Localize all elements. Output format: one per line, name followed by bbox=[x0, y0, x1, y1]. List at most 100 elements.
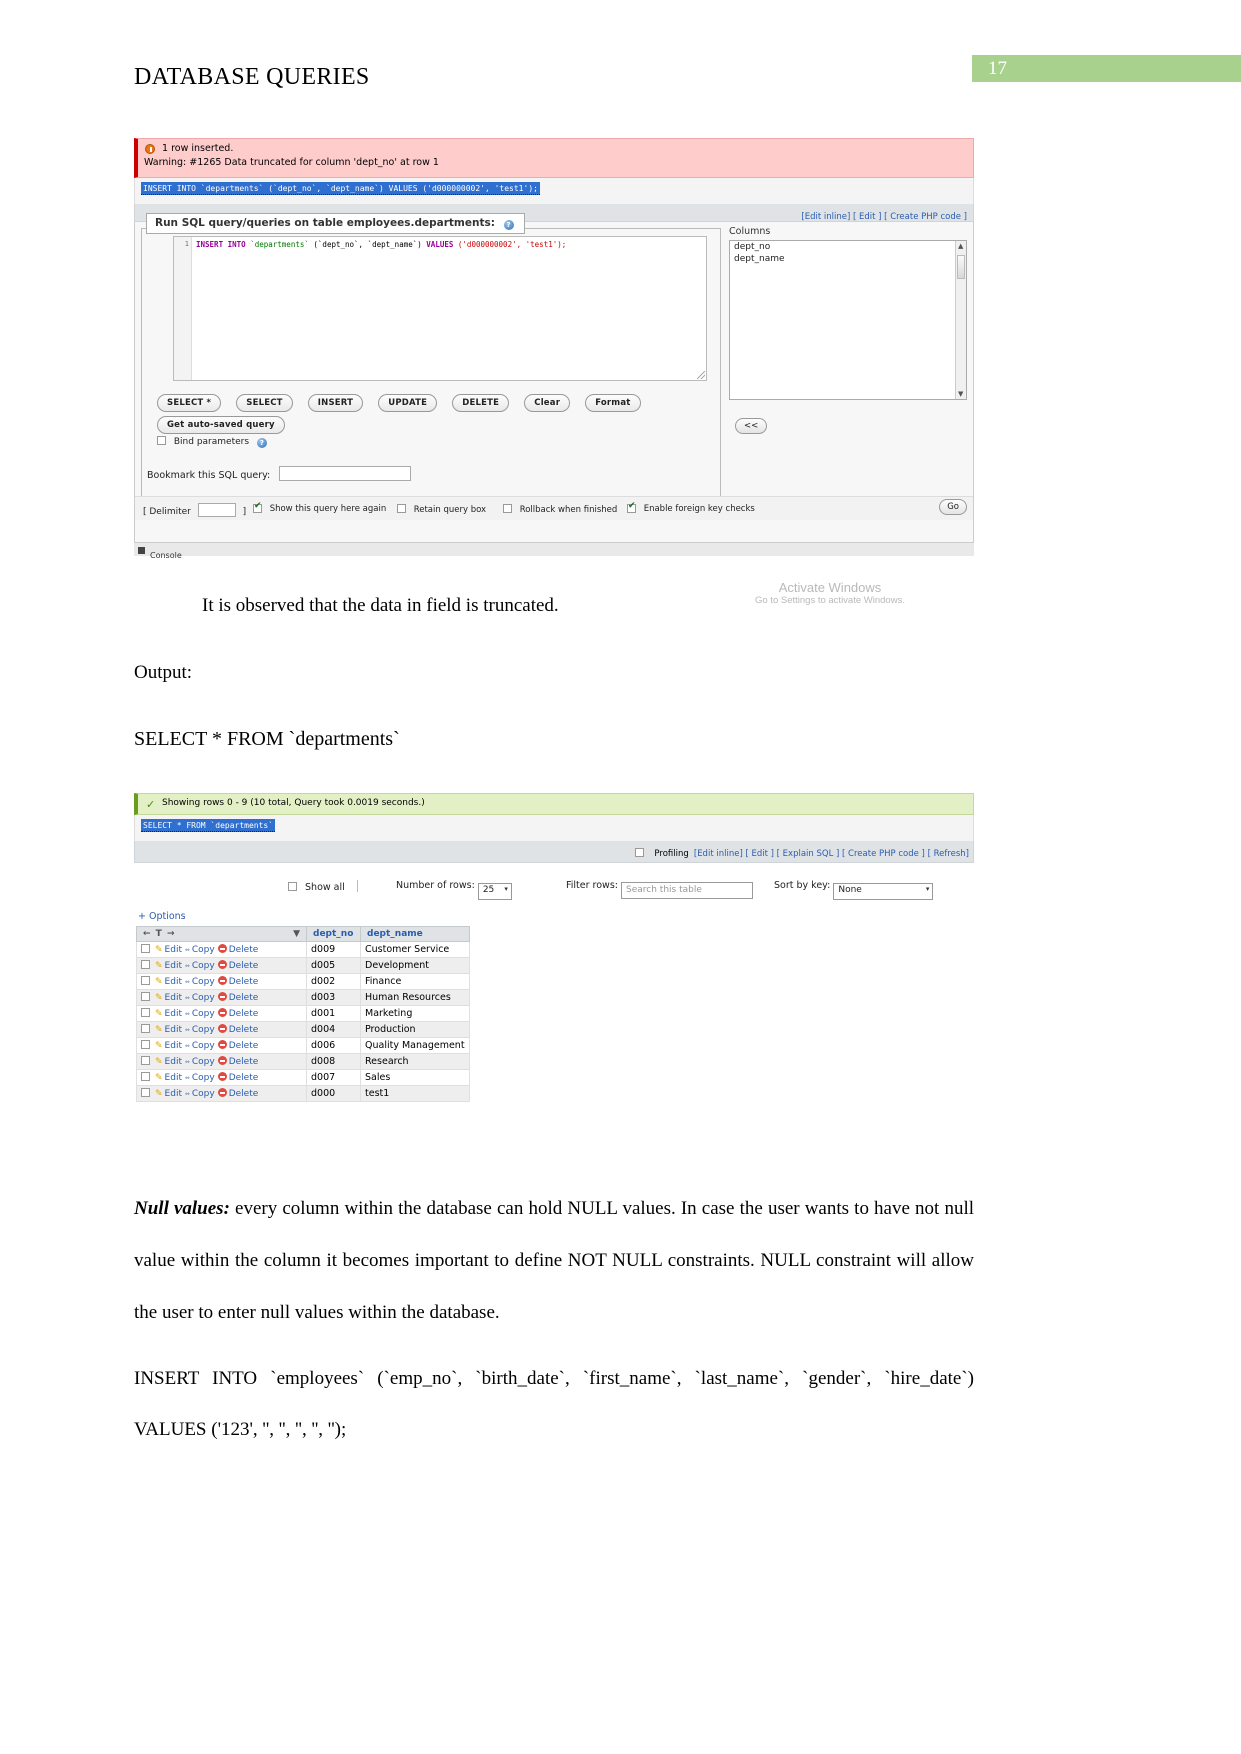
edit-link[interactable]: Edit bbox=[165, 1057, 182, 1067]
table-row[interactable]: ✎ Edit ⇿ Copy Delete d002 Finance bbox=[136, 973, 470, 990]
column-header-dept-name[interactable]: dept_name bbox=[360, 926, 470, 942]
edit-link[interactable]: Edit bbox=[165, 961, 182, 971]
help-info-icon[interactable]: ? bbox=[503, 220, 514, 230]
edit-link[interactable]: Edit bbox=[165, 977, 182, 987]
copy-link[interactable]: Copy bbox=[192, 1089, 215, 1099]
results-action-links[interactable]: [Edit inline] [ Edit ] [ Explain SQL ] [… bbox=[694, 849, 969, 859]
columns-listbox[interactable]: dept_no dept_name ▲ ▼ bbox=[729, 240, 967, 400]
go-button[interactable]: Go bbox=[939, 499, 967, 515]
bind-parameters-info-icon[interactable]: ? bbox=[256, 438, 267, 448]
table-row[interactable]: ✎ Edit ⇿ Copy Delete d003 Human Resources bbox=[136, 989, 470, 1006]
results-executed-sql[interactable]: SELECT * FROM `departments` bbox=[141, 819, 276, 832]
edit-link[interactable]: Edit bbox=[165, 1073, 182, 1083]
table-row[interactable]: ✎ Edit ⇿ Copy Delete d006 Quality Management bbox=[136, 1037, 470, 1054]
number-of-rows-select[interactable]: 25 bbox=[477, 883, 512, 900]
row-checkbox[interactable] bbox=[141, 976, 150, 985]
copy-link[interactable]: Copy bbox=[192, 1009, 215, 1019]
rollback-when-finished-checkbox[interactable] bbox=[503, 504, 512, 513]
copy-link[interactable]: Copy bbox=[192, 1057, 215, 1067]
delete-link[interactable]: Delete bbox=[229, 1041, 259, 1051]
row-checkbox[interactable] bbox=[141, 1024, 150, 1033]
copy-link[interactable]: Copy bbox=[192, 945, 215, 955]
delete-link[interactable]: Delete bbox=[229, 1073, 259, 1083]
delete-link[interactable]: Delete bbox=[229, 1089, 259, 1099]
copy-link[interactable]: Copy bbox=[192, 1041, 215, 1051]
insert-button[interactable]: INSERT bbox=[307, 394, 364, 412]
console-bar[interactable]: Console bbox=[134, 542, 974, 560]
sql-editor[interactable]: 1 INSERT INTO `departments` (`dept_no`, … bbox=[173, 236, 707, 381]
edit-link[interactable]: Edit bbox=[165, 993, 182, 1003]
show-all-checkbox[interactable] bbox=[288, 882, 297, 891]
row-checkbox[interactable] bbox=[141, 960, 150, 969]
delete-link[interactable]: Delete bbox=[229, 1009, 259, 1019]
row-checkbox[interactable] bbox=[141, 992, 150, 1001]
row-checkbox[interactable] bbox=[141, 1040, 150, 1049]
select-star-button[interactable]: SELECT * bbox=[157, 394, 222, 412]
scroll-up-icon[interactable]: ▲ bbox=[958, 242, 963, 250]
delete-link[interactable]: Delete bbox=[229, 977, 259, 987]
row-checkbox[interactable] bbox=[141, 1008, 150, 1017]
copy-link[interactable]: Copy bbox=[192, 961, 215, 971]
select-button[interactable]: SELECT bbox=[236, 394, 293, 412]
option-rollback-when-finished[interactable]: Rollback when finished bbox=[503, 504, 617, 515]
option-show-query-again[interactable]: Show this query here again bbox=[253, 504, 386, 514]
table-row[interactable]: ✎ Edit ⇿ Copy Delete d004 Production bbox=[136, 1021, 470, 1038]
copy-link[interactable]: Copy bbox=[192, 977, 215, 987]
delete-button[interactable]: DELETE bbox=[452, 394, 510, 412]
sort-by-key-select[interactable]: None bbox=[833, 883, 934, 900]
sql-action-links[interactable]: [Edit inline] [ Edit ] [ Create PHP code… bbox=[801, 212, 967, 222]
option-enable-foreign-key-checks[interactable]: Enable foreign key checks bbox=[627, 504, 755, 514]
scroll-down-icon[interactable]: ▼ bbox=[958, 390, 963, 398]
table-row[interactable]: ✎ Edit ⇿ Copy Delete d008 Research bbox=[136, 1053, 470, 1070]
executed-sql-text[interactable]: INSERT INTO `departments` (`dept_no`, `d… bbox=[141, 182, 540, 195]
edit-link[interactable]: Edit bbox=[165, 1009, 182, 1019]
bookmark-input[interactable] bbox=[279, 466, 412, 481]
retain-query-box-checkbox[interactable] bbox=[397, 504, 406, 513]
number-of-rows-group[interactable]: Number of rows: 25 bbox=[396, 880, 512, 900]
table-row[interactable]: ✎ Edit ⇿ Copy Delete d007 Sales bbox=[136, 1069, 470, 1086]
column-option-dept-no[interactable]: dept_no bbox=[730, 241, 966, 253]
clear-button[interactable]: Clear bbox=[524, 394, 571, 412]
options-toggle-link[interactable]: + Options bbox=[138, 911, 186, 922]
column-header-dept-no[interactable]: dept_no bbox=[306, 926, 361, 942]
edit-link[interactable]: Edit bbox=[165, 945, 182, 955]
copy-link[interactable]: Copy bbox=[192, 1025, 215, 1035]
edit-link[interactable]: Edit bbox=[165, 1089, 182, 1099]
scrollbar-thumb[interactable] bbox=[957, 255, 965, 279]
row-checkbox[interactable] bbox=[141, 1088, 150, 1097]
delete-link[interactable]: Delete bbox=[229, 993, 259, 1003]
edit-link[interactable]: Edit bbox=[165, 1041, 182, 1051]
copy-link[interactable]: Copy bbox=[192, 993, 215, 1003]
bind-parameters-checkbox[interactable] bbox=[157, 436, 166, 445]
column-option-dept-name[interactable]: dept_name bbox=[730, 253, 966, 265]
table-row[interactable]: ✎ Edit ⇿ Copy Delete d009 Customer Service bbox=[136, 941, 470, 958]
edit-link[interactable]: Edit bbox=[165, 1025, 182, 1035]
row-checkbox[interactable] bbox=[141, 1056, 150, 1065]
row-checkbox[interactable] bbox=[141, 944, 150, 953]
columns-scrollbar[interactable]: ▲ ▼ bbox=[955, 241, 966, 399]
sort-by-key-group[interactable]: Sort by key: None bbox=[774, 880, 934, 900]
delete-link[interactable]: Delete bbox=[229, 1025, 259, 1035]
profiling-checkbox[interactable] bbox=[635, 848, 645, 857]
sort-chevron-icon[interactable]: ▼ bbox=[293, 929, 300, 939]
update-button[interactable]: UPDATE bbox=[378, 394, 438, 412]
table-row[interactable]: ✎ Edit ⇿ Copy Delete d001 Marketing bbox=[136, 1005, 470, 1022]
show-query-again-checkbox[interactable] bbox=[253, 504, 262, 513]
enable-foreign-key-checks-checkbox[interactable] bbox=[627, 504, 636, 513]
table-row[interactable]: ✎ Edit ⇿ Copy Delete d005 Development bbox=[136, 957, 470, 974]
actions-column-header[interactable]: ← T → ▼ bbox=[136, 926, 307, 942]
editor-resize-handle[interactable] bbox=[697, 371, 705, 379]
delete-link[interactable]: Delete bbox=[229, 1057, 259, 1067]
delete-link[interactable]: Delete bbox=[229, 945, 259, 955]
delete-link[interactable]: Delete bbox=[229, 961, 259, 971]
format-button[interactable]: Format bbox=[585, 394, 641, 412]
filter-rows-input[interactable]: Search this table bbox=[621, 882, 754, 899]
filter-rows-group[interactable]: Filter rows: Search this table bbox=[566, 880, 754, 899]
row-checkbox[interactable] bbox=[141, 1072, 150, 1081]
option-retain-query-box[interactable]: Retain query box bbox=[397, 504, 486, 515]
show-all-group[interactable]: Show all bbox=[288, 880, 367, 893]
table-row[interactable]: ✎ Edit ⇿ Copy Delete d000 test1 bbox=[136, 1085, 470, 1102]
get-auto-saved-query-button[interactable]: Get auto-saved query bbox=[157, 416, 285, 434]
delimiter-input[interactable] bbox=[197, 503, 236, 517]
copy-link[interactable]: Copy bbox=[192, 1073, 215, 1083]
